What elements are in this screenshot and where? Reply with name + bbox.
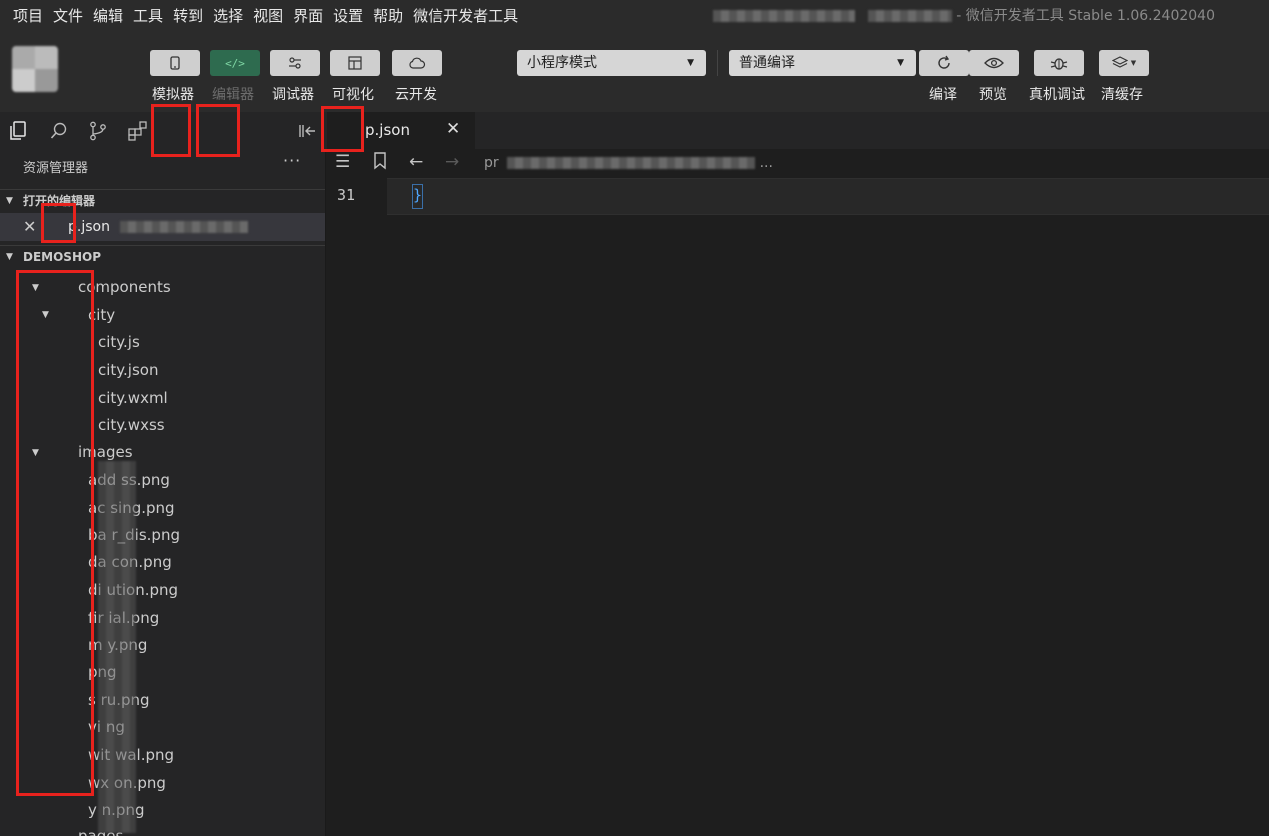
caret-down-icon: ▼ [687, 58, 694, 68]
annotation-box [151, 104, 191, 157]
editor-toolbar: ☰ ← → pr ... [327, 149, 1269, 178]
layout-icon [348, 56, 362, 70]
file-city-wxml[interactable]: city.wxml [98, 389, 168, 407]
breadcrumb[interactable]: pr ... [484, 155, 773, 171]
chevron-down-icon: ▼ [6, 252, 13, 262]
project-name: DEMOSHOP [23, 250, 101, 264]
close-icon[interactable]: ✕ [446, 119, 460, 139]
forward-arrow-icon[interactable]: → [445, 152, 459, 172]
blurred-path [120, 221, 249, 233]
mode-select-value: 小程序模式 [527, 55, 597, 71]
real-device-debug-label: 真机调试 [1029, 87, 1085, 103]
explorer-icon[interactable] [7, 120, 29, 142]
code-editor[interactable]: 31 } [327, 178, 1269, 836]
tab-label: p.json [365, 121, 410, 139]
cloud-dev-label: 云开发 [395, 87, 437, 103]
source-control-icon[interactable] [87, 120, 109, 142]
open-editor-filename: p.json [68, 219, 249, 235]
breadcrumb-text: pr [484, 155, 499, 171]
debugger-button[interactable] [270, 50, 320, 76]
compile-label: 编译 [929, 87, 957, 103]
visualize-button[interactable] [330, 50, 380, 76]
debugger-label: 调试器 [272, 87, 314, 103]
menu-wechat-devtools[interactable]: 微信开发者工具 [408, 0, 523, 32]
annotation-box [196, 104, 240, 157]
search-icon[interactable] [48, 120, 70, 142]
layers-icon [1111, 56, 1128, 68]
clear-cache-label: 清缓存 [1101, 87, 1143, 103]
menu-settings[interactable]: 设置 [328, 0, 368, 32]
editor-label: 编辑器 [212, 87, 254, 103]
simulator-label: 模拟器 [152, 87, 194, 103]
project-header[interactable]: ▼ DEMOSHOP [0, 245, 325, 267]
preview-button[interactable] [969, 50, 1019, 76]
menu-help[interactable]: 帮助 [368, 0, 408, 32]
preview-label: 预览 [979, 87, 1007, 103]
chevron-down-icon: ▼ [6, 196, 13, 206]
extensions-icon[interactable] [127, 120, 149, 142]
phone-icon [170, 56, 180, 70]
file-city-js[interactable]: city.js [98, 333, 140, 351]
menu-goto[interactable]: 转到 [168, 0, 208, 32]
annotation-box [321, 106, 364, 152]
menu-bar: 项目 文件 编辑 工具 转到 选择 视图 界面 设置 帮助 微信开发者工具 - … [0, 0, 1269, 32]
window-title-text: - 微信开发者工具 Stable 1.06.2402040 [956, 8, 1215, 24]
menu-list: 项目 文件 编辑 工具 转到 选择 视图 界面 设置 帮助 微信开发者工具 [0, 0, 523, 32]
real-device-debug-button[interactable] [1034, 50, 1084, 76]
blurred-filenames [98, 461, 136, 833]
debug-toggle-icon [289, 57, 301, 69]
blurred-project-name [713, 10, 856, 22]
caret-down-icon: ▼ [1130, 59, 1137, 67]
more-actions-icon[interactable]: ··· [283, 151, 301, 170]
blurred-appid [867, 10, 952, 22]
simulator-button[interactable] [150, 50, 200, 76]
bookmark-icon[interactable] [373, 152, 387, 175]
compile-mode-select[interactable]: 普通编译 ▼ [729, 50, 916, 76]
current-line-highlight [387, 178, 1269, 215]
clear-cache-button[interactable]: ▼ [1099, 50, 1149, 76]
cloud-icon [409, 57, 426, 69]
line-number: 31 [337, 186, 356, 204]
toolbar: </> 模拟器 编辑器 调试器 可视化 云开发 小程序模式 ▼ 普通编译 ▼ ▼… [0, 32, 1269, 112]
annotation-box [16, 270, 94, 796]
menu-file[interactable]: 文件 [48, 0, 88, 32]
back-arrow-icon[interactable]: ← [409, 152, 423, 172]
compile-button[interactable] [919, 50, 969, 76]
visualize-label: 可视化 [332, 87, 374, 103]
file-city-wxss[interactable]: city.wxss [98, 416, 165, 434]
explorer-title: 资源管理器 [23, 161, 89, 176]
code-line: } [413, 186, 423, 204]
avatar[interactable] [12, 46, 58, 92]
caret-down-icon: ▼ [897, 58, 904, 68]
editor-button[interactable]: </> [210, 50, 260, 76]
window-title: - 微信开发者工具 Stable 1.06.2402040 [713, 0, 1215, 32]
menu-interface[interactable]: 界面 [288, 0, 328, 32]
outline-list-icon[interactable]: ☰ [335, 152, 350, 172]
menu-project[interactable]: 项目 [8, 0, 48, 32]
file-city-json[interactable]: city.json [98, 361, 158, 379]
collapse-sidebar-icon[interactable] [296, 120, 318, 142]
eye-icon [984, 57, 1004, 69]
menu-tools[interactable]: 工具 [128, 0, 168, 32]
toolbar-divider [717, 50, 718, 76]
code-icon: </> [225, 56, 245, 70]
bug-icon [1050, 58, 1068, 70]
refresh-icon [938, 55, 950, 69]
breadcrumb-ellipsis: ... [759, 155, 773, 171]
menu-view[interactable]: 视图 [248, 0, 288, 32]
menu-select[interactable]: 选择 [208, 0, 248, 32]
cloud-dev-button[interactable] [392, 50, 442, 76]
menu-edit[interactable]: 编辑 [88, 0, 128, 32]
compile-mode-value: 普通编译 [739, 55, 795, 71]
close-icon[interactable]: ✕ [23, 217, 36, 236]
blurred-breadcrumb [507, 157, 756, 169]
annotation-box [41, 203, 76, 243]
mode-select[interactable]: 小程序模式 ▼ [517, 50, 706, 76]
